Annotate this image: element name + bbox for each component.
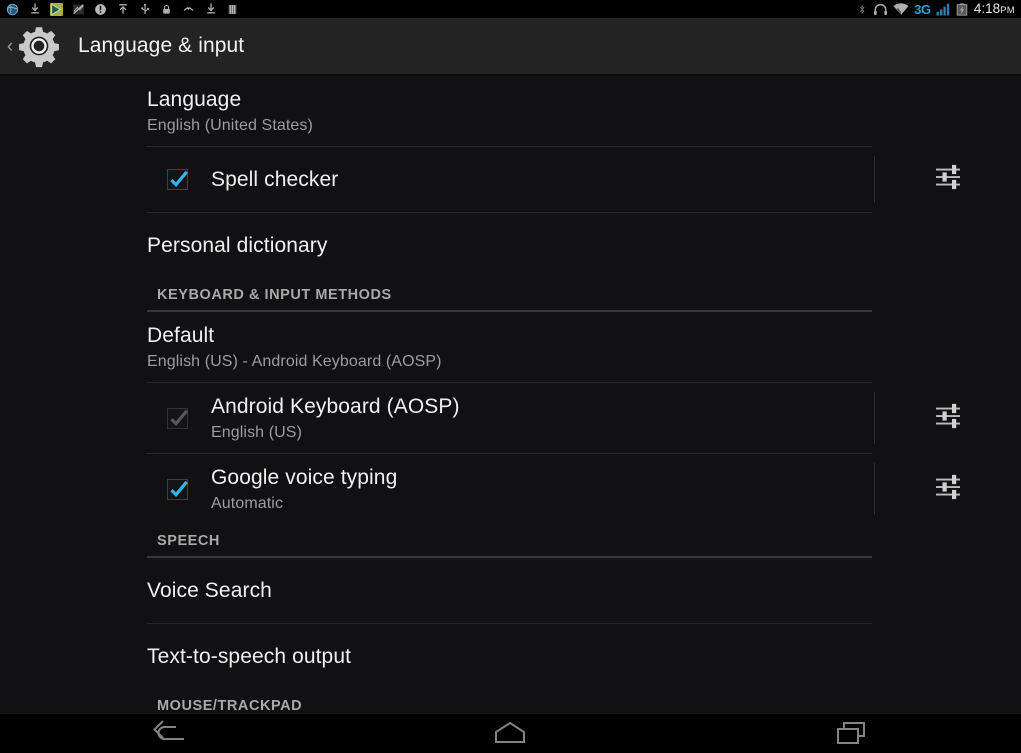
bluetooth-icon <box>855 3 868 16</box>
status-bar-clock: 4:18PM <box>974 2 1015 16</box>
recents-button[interactable] <box>681 714 1021 753</box>
list-item-texts: Default English (US) - Android Keyboard (… <box>147 323 442 372</box>
list-item-content[interactable]: Text-to-speech output <box>0 624 872 689</box>
list-item-spell-checker[interactable]: Spell checker <box>0 147 1021 212</box>
checkbox-box <box>166 478 188 500</box>
status-bar-notification-icons <box>6 2 239 16</box>
list-item-google-voice-typing[interactable]: Google voice typing Automatic <box>0 454 1021 524</box>
section-label: MOUSE/TRACKPAD <box>157 698 303 713</box>
list-item-texts: Language English (United States) <box>147 87 313 136</box>
item-settings-button-google-voice-typing[interactable] <box>874 454 1021 524</box>
sim-card-icon <box>226 3 239 16</box>
list-item-content[interactable]: Language English (United States) <box>0 76 872 146</box>
item-settings-button-spell-checker[interactable] <box>874 147 1021 212</box>
checkbox-box <box>166 169 188 190</box>
list-item-title: Voice Search <box>147 578 272 602</box>
wifi-icon <box>893 2 909 16</box>
list-item-texts: Voice Search <box>147 578 272 604</box>
section-label: KEYBOARD & INPUT METHODS <box>157 287 392 303</box>
list-item-title: Google voice typing <box>211 465 398 489</box>
list-item-texts: Text-to-speech output <box>147 644 351 670</box>
android-settings-screen: 3G 4:18PM ‹ Language & input Language En… <box>0 0 1021 752</box>
back-button[interactable] <box>0 714 340 753</box>
list-item-subtitle: English (US) <box>211 423 303 441</box>
sliders-tuner-icon <box>933 472 963 507</box>
row-spacer <box>872 213 1021 278</box>
list-item-content[interactable]: Voice Search <box>0 558 872 623</box>
settings-gear-icon[interactable] <box>16 23 62 69</box>
list-item-content[interactable]: Spell checker <box>0 147 874 212</box>
list-item-subtitle: Automatic <box>211 494 284 512</box>
settings-scroll-container[interactable]: Language English (United States) Spell che… <box>0 76 1021 713</box>
page-title: Language & input <box>78 34 245 57</box>
list-item-texts: Google voice typing Automatic <box>211 465 397 514</box>
list-item-texts: Personal dictionary <box>147 233 328 259</box>
list-item-text-to-speech-output[interactable]: Text-to-speech output <box>0 624 1021 689</box>
checkbox-android-keyboard-aosp <box>163 404 191 432</box>
row-spacer <box>872 76 1021 146</box>
section-label: SPEECH <box>157 533 220 549</box>
row-spacer <box>872 558 1021 623</box>
section-header: SPEECH <box>0 524 1021 556</box>
alert-circle-icon <box>94 3 107 16</box>
checkbox-spell-checker[interactable] <box>163 166 191 194</box>
settings-list: Language English (United States) Spell che… <box>0 76 1021 713</box>
list-item-subtitle: English (United States) <box>147 116 313 134</box>
upload-icon <box>116 3 129 16</box>
clock-ampm: PM <box>1000 5 1015 17</box>
download-complete-icon <box>204 3 217 16</box>
network-type-label: 3G <box>914 1 931 17</box>
list-item-subtitle: English (US) - Android Keyboard (AOSP) <box>147 352 442 370</box>
status-bar[interactable]: 3G 4:18PM <box>0 0 1021 18</box>
missed-call-icon <box>182 3 195 16</box>
section-header-mouse-trackpad: MOUSE/TRACKPAD <box>0 689 1021 713</box>
list-item-content[interactable]: Google voice typing Automatic <box>0 454 874 524</box>
action-bar: ‹ Language & input <box>0 18 1021 75</box>
section-header: MOUSE/TRACKPAD <box>0 689 1021 713</box>
list-item-title: Personal dictionary <box>147 233 328 257</box>
checkbox-box <box>166 407 188 429</box>
list-item-title: Language <box>147 87 242 111</box>
section-header: KEYBOARD & INPUT METHODS <box>0 278 1021 310</box>
item-settings-button-android-keyboard-aosp[interactable] <box>874 383 1021 453</box>
checkbox-google-voice-typing[interactable] <box>163 475 191 503</box>
system-navigation-bar <box>0 713 1021 752</box>
list-item-title: Text-to-speech output <box>147 644 352 668</box>
headset-icon <box>873 3 888 16</box>
list-item-content[interactable]: Android Keyboard (AOSP) English (US) <box>0 383 874 453</box>
status-bar-system-icons: 3G 4:18PM <box>855 2 1015 16</box>
clock-time: 4:18 <box>973 1 1001 17</box>
sync-problem-icon <box>72 3 85 16</box>
list-item-personal-dictionary[interactable]: Personal dictionary <box>0 213 1021 278</box>
sliders-tuner-icon <box>933 401 963 436</box>
usb-icon <box>138 3 151 16</box>
row-spacer <box>872 312 1021 382</box>
list-item-android-keyboard-aosp[interactable]: Android Keyboard (AOSP) English (US) <box>0 383 1021 453</box>
browser-globe-icon <box>6 3 19 16</box>
sliders-tuner-icon <box>933 162 963 197</box>
battery-icon <box>956 2 969 16</box>
list-item-title: Spell checker <box>211 167 339 191</box>
lock-icon <box>160 3 173 16</box>
play-store-icon <box>50 2 63 16</box>
row-spacer <box>872 624 1021 689</box>
list-item-content[interactable]: Personal dictionary <box>0 213 872 278</box>
home-button[interactable] <box>340 714 680 753</box>
section-header-keyboard-and-input-methods: KEYBOARD & INPUT METHODS <box>0 278 1021 312</box>
section-header-speech: SPEECH <box>0 524 1021 558</box>
list-item-content[interactable]: Default English (US) - Android Keyboard (… <box>0 312 872 382</box>
list-item-language[interactable]: Language English (United States) <box>0 76 1021 146</box>
list-item-texts: Android Keyboard (AOSP) English (US) <box>211 394 460 443</box>
download-icon <box>28 3 41 16</box>
list-item-voice-search[interactable]: Voice Search <box>0 558 1021 623</box>
list-item-title: Android Keyboard (AOSP) <box>211 394 460 418</box>
list-item-title: Default <box>147 323 215 347</box>
list-item-texts: Spell checker <box>211 167 338 193</box>
list-item-default-keyboard[interactable]: Default English (US) - Android Keyboard (… <box>0 312 1021 382</box>
cellular-signal-icon <box>936 3 951 16</box>
